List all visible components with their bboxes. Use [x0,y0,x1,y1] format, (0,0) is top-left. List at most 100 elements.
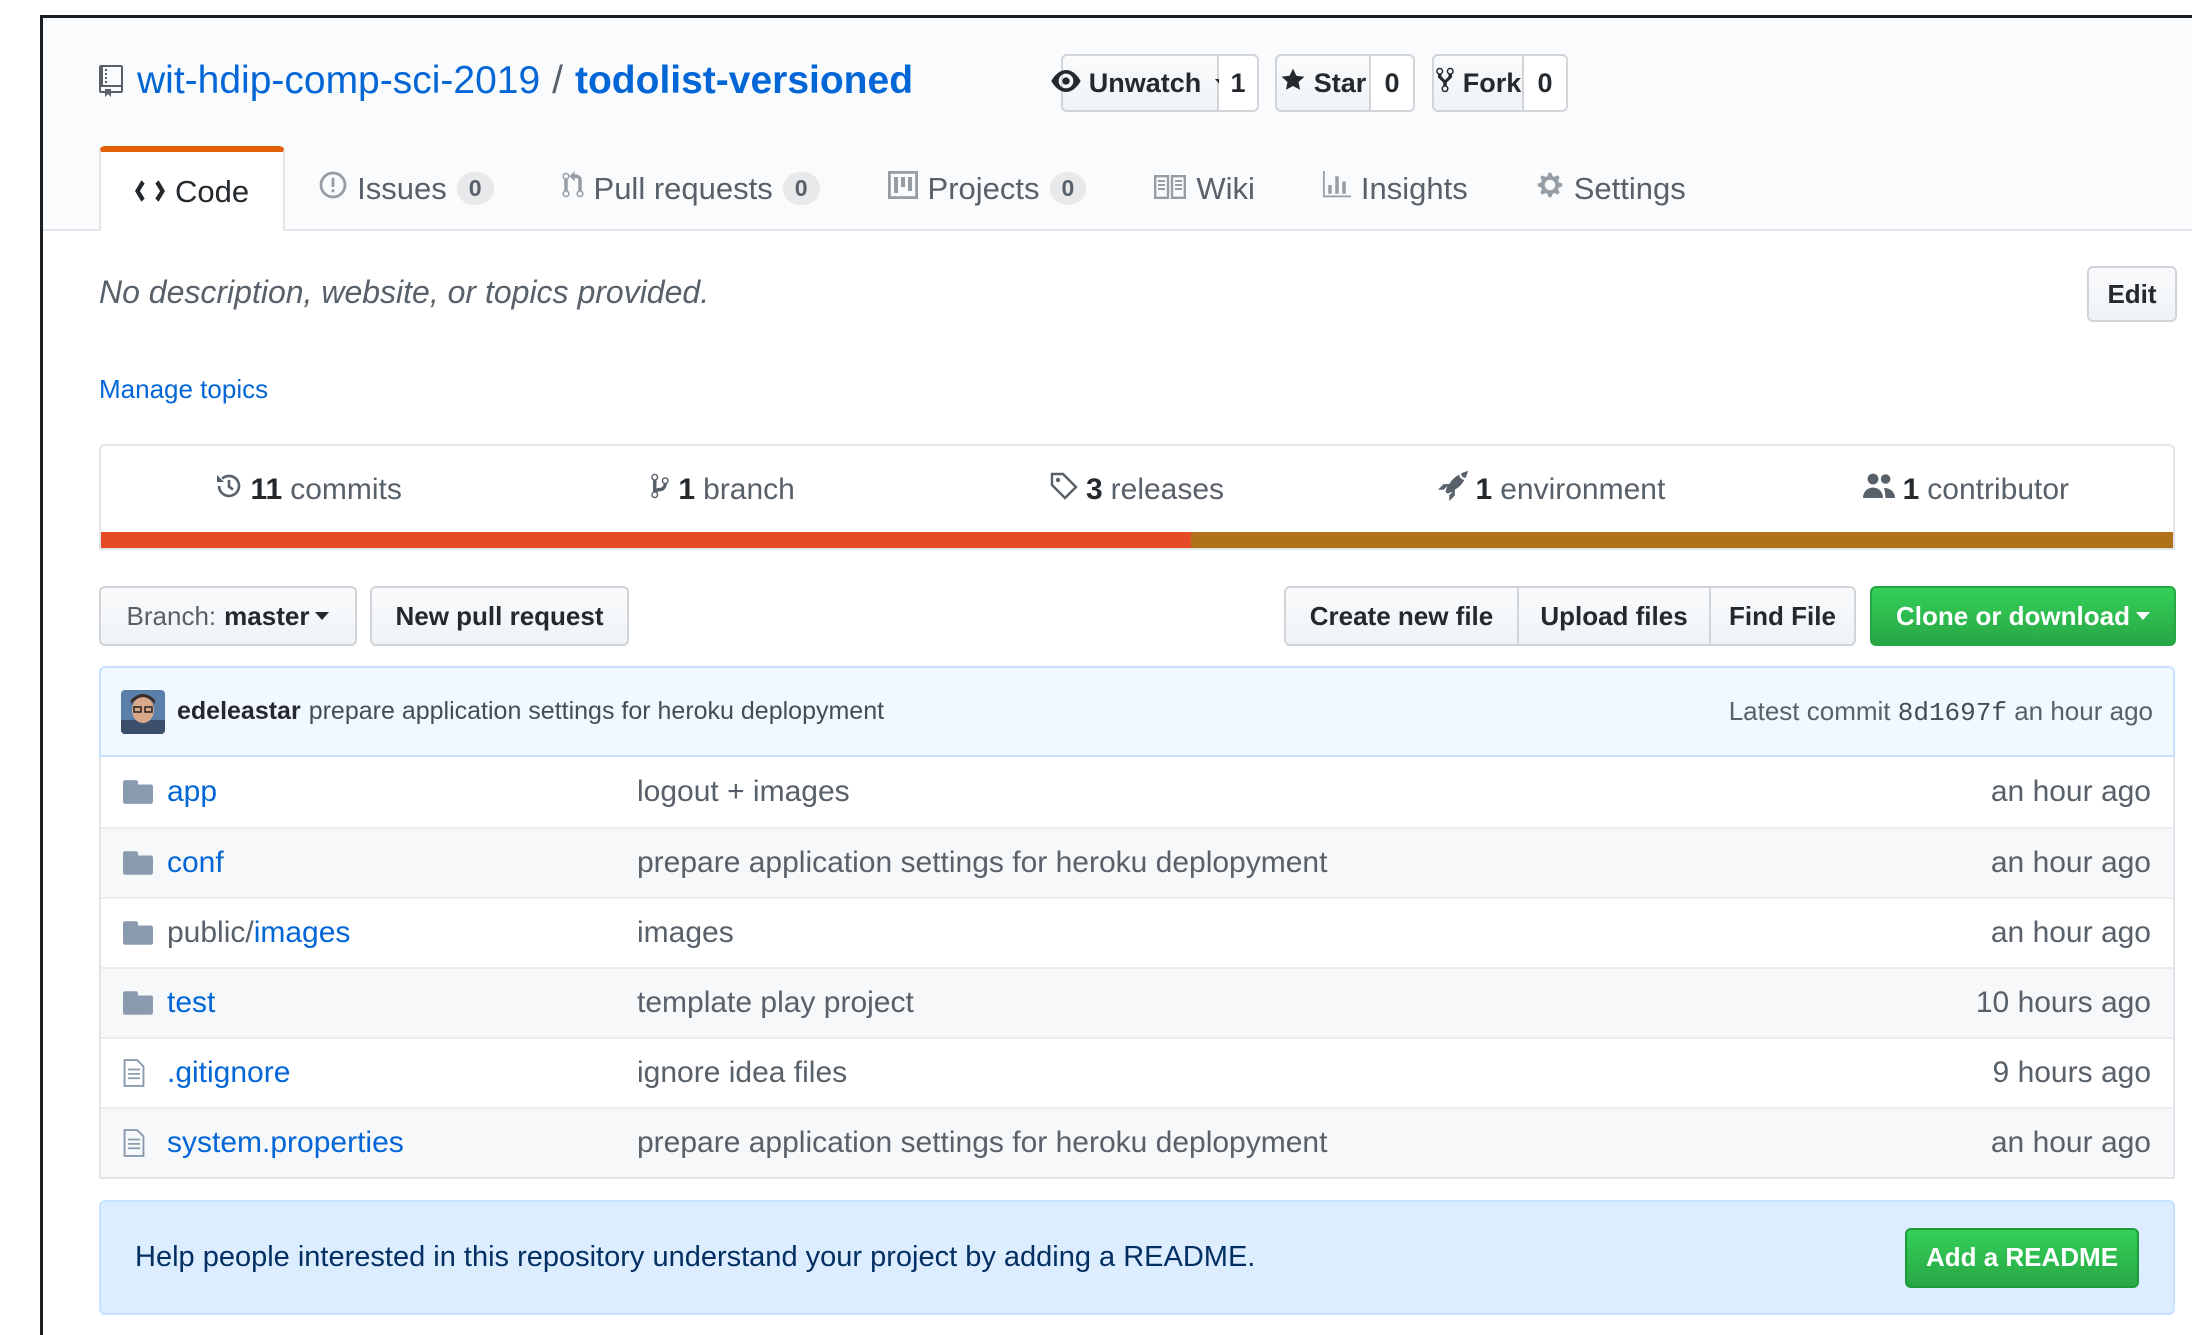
commit-sha-link[interactable]: 8d1697f [1898,698,2007,728]
readme-prompt-text: Help people interested in this repositor… [135,1241,1256,1273]
issues-counter: 0 [456,172,494,205]
fork-label: Fork [1462,67,1522,98]
rocket-icon [1437,471,1468,509]
tab-label: Code [175,173,250,209]
tab-settings[interactable]: Settings [1502,148,1720,229]
upload-files-button[interactable]: Upload files [1517,586,1711,646]
fork-button[interactable]: Fork [1432,54,1524,112]
readme-prompt: Help people interested in this repositor… [99,1200,2175,1315]
forks-count[interactable]: 0 [1524,54,1568,112]
add-readme-button[interactable]: Add a README [1905,1227,2139,1288]
repo-nav: Code Issues 0 Pull requests 0 Projects 0… [99,146,1720,231]
file-list: app logout + images an hour ago conf pre… [99,757,2175,1179]
file-row: app logout + images an hour ago [101,757,2173,827]
language-segment-java[interactable] [1190,532,2173,548]
language-segment-html[interactable] [101,532,1191,548]
repo-summary: 11 commits 1 branch 3 releases 1 environ… [99,444,2175,550]
file-commit-message[interactable]: logout + images [637,775,1991,809]
file-name-link[interactable]: app [167,775,637,809]
pull-request-icon [562,170,584,207]
tab-label: Settings [1573,170,1686,206]
chevron-down-icon [2136,612,2150,620]
file-commit-message[interactable]: prepare application settings for heroku … [637,1126,1991,1160]
watchers-count[interactable]: 1 [1219,54,1259,112]
file-row: conf prepare application settings for he… [101,827,2173,897]
repo-title: wit-hdip-comp-sci-2019 / todolist-versio… [99,56,913,106]
file-icon [123,1129,153,1157]
file-name-link[interactable]: test [167,986,637,1020]
pull-requests-counter: 0 [782,172,820,205]
branch-name: master [224,600,310,631]
tab-wiki[interactable]: Wiki [1120,148,1289,229]
file-name-prefix: public/ [167,916,254,949]
tab-label: Projects [927,170,1040,206]
unwatch-button[interactable]: Unwatch [1051,54,1230,112]
tab-code[interactable]: Code [99,146,286,231]
folder-icon [123,780,153,804]
edit-description-button[interactable]: Edit [2087,266,2177,322]
star-icon [1280,67,1306,100]
file-name-link[interactable]: .gitignore [167,1056,637,1090]
environments-summary[interactable]: 1 environment [1344,471,1758,509]
tab-label: Insights [1360,170,1468,206]
repo-owner-link[interactable]: wit-hdip-comp-sci-2019 [137,59,540,103]
avatar[interactable] [121,689,165,734]
fork-icon [1435,66,1455,101]
create-new-file-button[interactable]: Create new file [1284,586,1519,646]
chevron-down-icon [315,612,330,620]
file-name-link[interactable]: conf [167,846,637,880]
commits-summary[interactable]: 11 commits [101,472,515,508]
tab-label: Issues [357,170,447,206]
folder-icon [123,991,153,1015]
file-age: an hour ago [1990,916,2151,949]
file-commit-message[interactable]: ignore idea files [637,1056,1993,1090]
commits-count: 11 [250,473,283,506]
tab-pull-requests[interactable]: Pull requests 0 [528,148,854,229]
star-button[interactable]: Star [1275,54,1371,112]
contributors-summary[interactable]: 1 contributor [1759,472,2173,508]
find-file-button[interactable]: Find File [1709,586,1856,646]
tab-insights[interactable]: Insights [1289,148,1502,229]
language-bar[interactable] [101,532,2173,548]
people-icon [1862,472,1895,508]
tab-issues[interactable]: Issues 0 [285,148,527,229]
folder-icon [123,921,153,945]
contributors-label: contributor [1927,473,2070,506]
branches-summary[interactable]: 1 branch [515,472,929,508]
file-name-link[interactable]: system.properties [167,1126,637,1160]
history-icon [215,472,243,508]
file-commit-message[interactable]: prepare application settings for heroku … [637,846,1991,880]
repo-name-link[interactable]: todolist-versioned [575,59,913,103]
file-age: 9 hours ago [1992,1056,2151,1089]
branch-select-button[interactable]: Branch: master [99,586,357,646]
file-navigation: Branch: master New pull request Create n… [99,586,2177,646]
file-row: test template play project 10 hours ago [101,967,2173,1037]
stargazers-count[interactable]: 0 [1371,54,1415,112]
file-age: an hour ago [1990,775,2151,808]
folder-icon [123,851,153,875]
watch-group: Unwatch 1 [1051,54,1259,112]
file-row: .gitignore ignore idea files 9 hours ago [101,1037,2173,1107]
commit-author-link[interactable]: edeleastar [177,697,301,726]
branch-select-prefix: Branch: [126,600,217,631]
code-icon [135,174,165,210]
file-age: an hour ago [1990,1126,2151,1159]
tag-icon [1050,472,1078,508]
file-commit-message[interactable]: images [637,916,1991,950]
file-name-link[interactable]: images [254,916,351,949]
book-icon [1154,171,1187,207]
releases-label: releases [1110,473,1225,506]
file-commit-message[interactable]: template play project [637,986,1976,1020]
releases-summary[interactable]: 3 releases [930,472,1344,508]
repo-header: wit-hdip-comp-sci-2019 / todolist-versio… [43,18,2192,231]
file-age: 10 hours ago [1975,986,2151,1019]
tab-label: Pull requests [593,170,773,206]
graph-icon [1322,170,1351,207]
commit-message-link[interactable]: prepare application settings for heroku … [309,697,884,726]
clone-or-download-button[interactable]: Clone or download [1870,586,2176,646]
tab-projects[interactable]: Projects 0 [854,148,1121,229]
new-pull-request-button[interactable]: New pull request [370,586,629,646]
issue-icon [319,171,347,207]
fork-group: Fork 0 [1432,54,1568,112]
manage-topics-link[interactable]: Manage topics [99,374,268,405]
